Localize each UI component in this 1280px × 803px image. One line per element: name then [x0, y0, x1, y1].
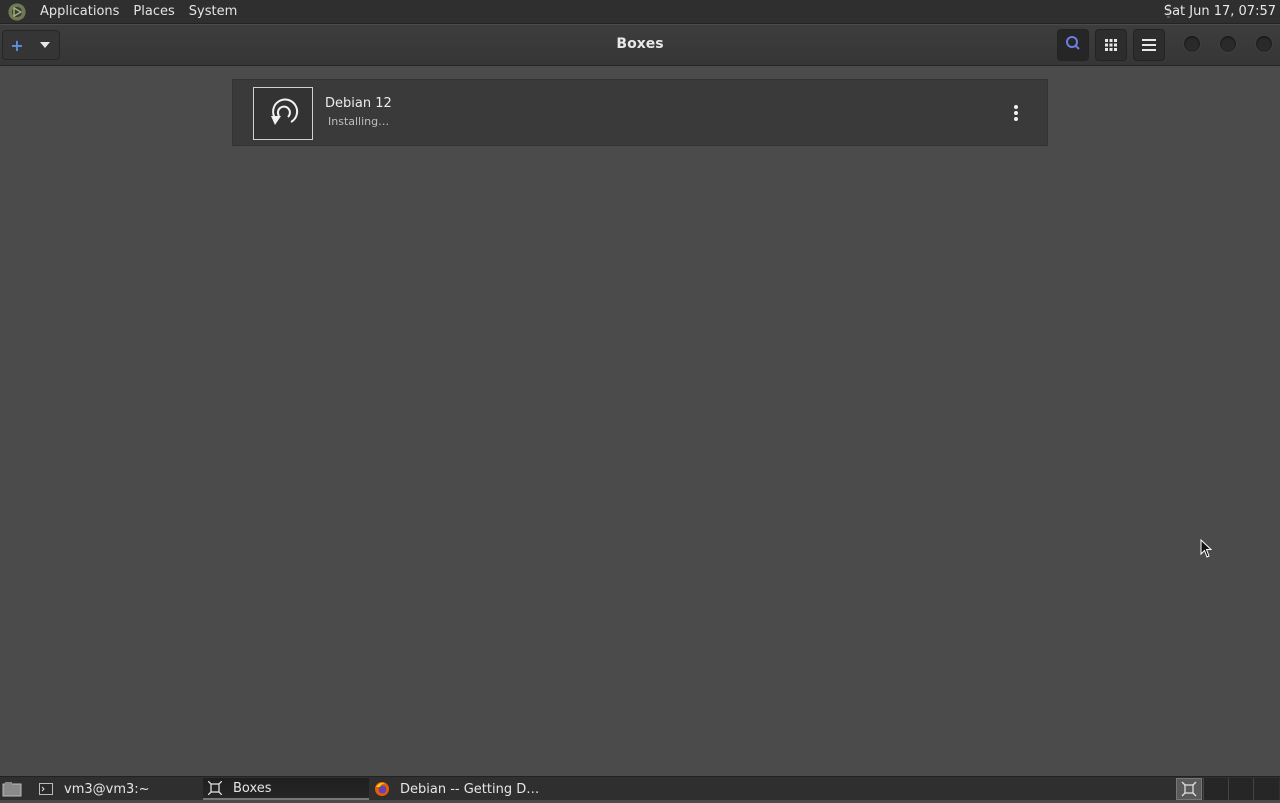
- menu-system[interactable]: System: [182, 4, 244, 19]
- grid-view-button[interactable]: [1095, 29, 1127, 61]
- chevron-down-icon[interactable]: [31, 31, 59, 59]
- vm-list-item[interactable]: Debian 12 Installing…: [232, 79, 1048, 146]
- grid-view-icon: [1105, 36, 1117, 55]
- boxes-icon: [207, 780, 223, 796]
- workspace-4[interactable]: [1253, 778, 1279, 800]
- vm-status: Installing…: [328, 115, 390, 128]
- task-label: vm3@vm3:~: [64, 781, 150, 797]
- top-panel: Applications Places System Sat Jun 17, 0…: [0, 0, 1280, 24]
- maximize-button[interactable]: [1220, 36, 1236, 52]
- new-vm-button[interactable]: +: [2, 30, 60, 60]
- search-button[interactable]: [1057, 29, 1089, 61]
- task-firefox[interactable]: Debian -- Getting D…: [374, 778, 540, 800]
- plus-icon: +: [10, 35, 24, 55]
- os-logo-icon[interactable]: [7, 1, 27, 22]
- bottom-taskbar: vm3@vm3:~ Boxes Debian -- Getting D…: [0, 776, 1280, 800]
- show-desktop-icon[interactable]: [2, 781, 22, 797]
- close-button[interactable]: [1256, 36, 1272, 52]
- firefox-icon: [374, 781, 390, 797]
- clock[interactable]: Sat Jun 17, 07:57: [1164, 4, 1276, 19]
- menu-applications[interactable]: Applications: [33, 4, 126, 19]
- task-terminal[interactable]: vm3@vm3:~: [38, 778, 198, 800]
- workspace-2[interactable]: [1203, 778, 1229, 800]
- mouse-pointer-icon: [1200, 538, 1213, 563]
- installing-spinner-icon: [266, 95, 300, 133]
- task-boxes[interactable]: Boxes: [203, 778, 369, 800]
- hamburger-menu-icon: [1142, 36, 1156, 55]
- task-label: Debian -- Getting D…: [400, 781, 540, 797]
- vm-name: Debian 12: [325, 96, 392, 111]
- header-bar: + Boxes: [0, 25, 1280, 66]
- menu-places[interactable]: Places: [126, 4, 181, 19]
- vm-thumbnail[interactable]: [253, 87, 313, 140]
- workspace-3[interactable]: [1228, 778, 1254, 800]
- vm-more-options-icon[interactable]: [1011, 102, 1021, 124]
- minimize-button[interactable]: [1184, 36, 1200, 52]
- terminal-icon: [38, 781, 54, 797]
- workspace-1[interactable]: [1176, 778, 1202, 800]
- task-label: Boxes: [233, 780, 272, 796]
- search-icon: [1065, 35, 1081, 55]
- main-menu-button[interactable]: [1133, 29, 1165, 61]
